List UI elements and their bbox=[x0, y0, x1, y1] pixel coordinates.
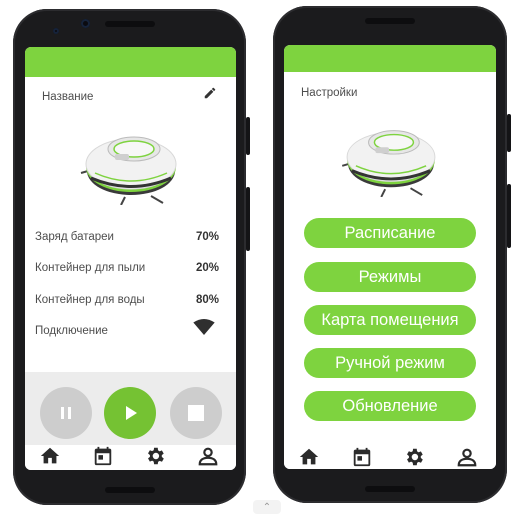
settings-title: Настройки bbox=[301, 87, 358, 99]
stat-label-connection: Подключение bbox=[35, 325, 108, 337]
volume-button bbox=[507, 184, 511, 248]
menu-button-room-map[interactable]: Карта помещения bbox=[304, 305, 476, 335]
gear-icon[interactable] bbox=[403, 446, 425, 468]
left-phone: Название Заряд батареи 70% Контейнер для… bbox=[13, 9, 250, 505]
earpiece bbox=[365, 18, 415, 24]
profile-icon[interactable] bbox=[197, 445, 219, 467]
left-screen: Название Заряд батареи 70% Контейнер для… bbox=[25, 47, 236, 470]
calendar-icon[interactable] bbox=[351, 446, 373, 468]
pause-button[interactable] bbox=[40, 387, 92, 439]
right-phone: Настройки Расписание Режимы Карта помеще… bbox=[273, 6, 511, 503]
earpiece bbox=[105, 21, 155, 27]
canvas: Название Заряд батареи 70% Контейнер для… bbox=[0, 0, 529, 514]
control-panel bbox=[25, 372, 236, 445]
edit-icon[interactable] bbox=[203, 86, 217, 100]
wifi-icon bbox=[193, 319, 215, 335]
camera bbox=[81, 19, 90, 28]
menu-button-schedule[interactable]: Расписание bbox=[304, 218, 476, 248]
profile-icon[interactable] bbox=[456, 446, 478, 468]
home-icon[interactable] bbox=[39, 445, 61, 467]
menu-button-update[interactable]: Обновление bbox=[304, 391, 476, 421]
stat-value-battery: 70% bbox=[195, 231, 219, 243]
header-bar bbox=[25, 47, 236, 77]
power-button bbox=[246, 117, 250, 155]
stat-value-water: 80% bbox=[195, 294, 219, 306]
stat-label-dust: Контейнер для пыли bbox=[35, 262, 146, 274]
robot-vacuum-image bbox=[80, 136, 177, 205]
home-icon[interactable] bbox=[298, 446, 320, 468]
bottom-speaker bbox=[365, 486, 415, 492]
calendar-icon[interactable] bbox=[92, 445, 114, 467]
play-button[interactable] bbox=[104, 387, 156, 439]
robot-vacuum-image bbox=[341, 130, 436, 197]
bottom-nav bbox=[25, 445, 236, 470]
camera bbox=[53, 28, 59, 34]
right-screen: Настройки Расписание Режимы Карта помеще… bbox=[284, 45, 496, 469]
volume-button bbox=[246, 187, 250, 251]
menu-button-modes[interactable]: Режимы bbox=[304, 262, 476, 292]
header-bar bbox=[284, 45, 496, 72]
bottom-nav bbox=[284, 441, 496, 469]
stop-button[interactable] bbox=[170, 387, 222, 439]
scroll-up-hint-icon[interactable]: ⌃ bbox=[253, 500, 281, 514]
power-button bbox=[507, 114, 511, 152]
stat-label-water: Контейнер для воды bbox=[35, 294, 145, 306]
stop-icon bbox=[188, 405, 204, 421]
play-icon bbox=[126, 406, 137, 420]
device-name: Название bbox=[42, 91, 94, 103]
stat-label-battery: Заряд батареи bbox=[35, 231, 114, 243]
menu-button-manual-mode[interactable]: Ручной режим bbox=[304, 348, 476, 378]
stat-value-dust: 20% bbox=[195, 262, 219, 274]
pause-icon bbox=[61, 407, 71, 419]
bottom-speaker bbox=[105, 487, 155, 493]
gear-icon[interactable] bbox=[144, 445, 166, 467]
